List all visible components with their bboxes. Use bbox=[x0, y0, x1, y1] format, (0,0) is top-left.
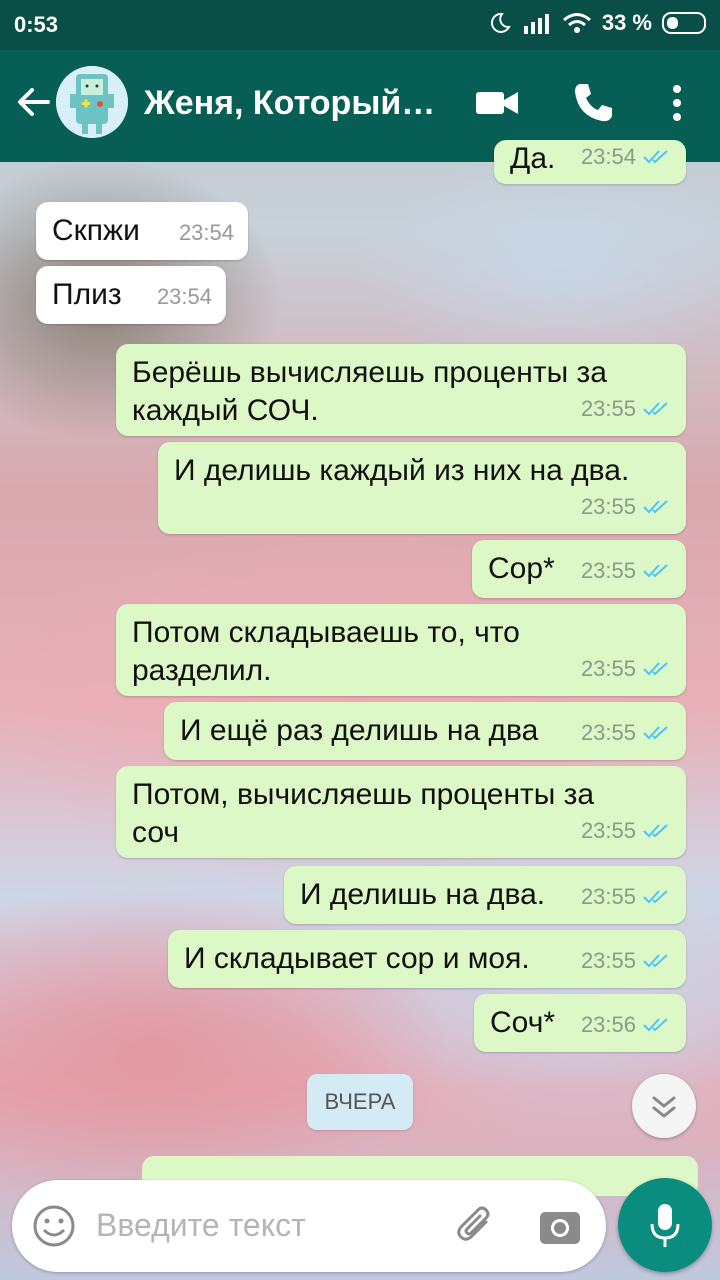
message-text: Да. bbox=[510, 142, 556, 175]
message-text: Потом складываешь то, что разделил. bbox=[132, 614, 520, 690]
bmo-avatar-image bbox=[56, 66, 128, 138]
read-ticks-icon bbox=[643, 662, 668, 676]
wifi-icon bbox=[562, 13, 591, 33]
message-bubble[interactable]: Потом складываешь то, что разделил. 23:5… bbox=[116, 604, 686, 696]
read-ticks-icon bbox=[643, 500, 668, 514]
message-text: И складывает сор и моя. bbox=[184, 942, 530, 975]
video-call-icon[interactable] bbox=[474, 80, 520, 126]
message-text: Сор* bbox=[488, 552, 555, 585]
message-composer[interactable]: Введите текст bbox=[12, 1180, 606, 1272]
message-bubble[interactable]: И ещё раз делишь на два 23:55 bbox=[164, 702, 686, 760]
message-time: 23:55 bbox=[580, 494, 636, 519]
message-line: разделил. bbox=[132, 654, 272, 687]
back-arrow-icon[interactable] bbox=[12, 80, 56, 124]
message-time: 23:54 bbox=[580, 144, 636, 169]
contact-name[interactable]: Женя, Который… bbox=[144, 84, 435, 123]
message-text: И делишь на два. bbox=[300, 878, 546, 911]
message-time: 23:55 bbox=[580, 884, 636, 909]
read-ticks-icon bbox=[643, 726, 668, 740]
message-bubble[interactable]: И складывает сор и моя. 23:55 bbox=[168, 930, 686, 988]
message-time: 23:55 bbox=[580, 656, 636, 681]
message-input[interactable]: Введите текст bbox=[96, 1207, 306, 1244]
camera-icon[interactable] bbox=[538, 1204, 582, 1248]
scroll-down-icon bbox=[652, 1096, 676, 1118]
message-line: Потом, вычисляешь проценты за bbox=[132, 778, 595, 811]
message-time: 23:55 bbox=[580, 396, 636, 421]
message-bubble[interactable]: Скпжи 23:54 bbox=[36, 202, 248, 260]
message-line: Потом складываешь то, что bbox=[132, 616, 520, 649]
message-time: 23:55 bbox=[580, 948, 636, 973]
more-vert-icon[interactable] bbox=[654, 80, 700, 126]
read-ticks-icon bbox=[643, 402, 668, 416]
message-bubble[interactable]: Берёшь вычисляешь проценты за каждый СОЧ… bbox=[116, 344, 686, 436]
moon-icon bbox=[490, 12, 511, 33]
message-bubble[interactable]: И делишь каждый из них на два. 23:55 bbox=[158, 442, 686, 534]
read-ticks-icon bbox=[643, 150, 668, 164]
message-text: Соч* bbox=[490, 1006, 555, 1039]
message-text: Берёшь вычисляешь проценты за каждый СОЧ… bbox=[132, 354, 607, 430]
message-time: 23:55 bbox=[580, 818, 636, 843]
battery-percent: 33 % bbox=[601, 10, 652, 35]
read-ticks-icon bbox=[643, 1018, 668, 1032]
phone-icon[interactable] bbox=[570, 80, 616, 126]
signal-icon bbox=[523, 14, 549, 34]
battery-icon bbox=[662, 12, 706, 34]
attach-icon[interactable] bbox=[452, 1202, 500, 1250]
message-time: 23:54 bbox=[178, 220, 234, 245]
status-bar: 0:53 33 % bbox=[0, 0, 720, 50]
message-text: Плиз bbox=[52, 278, 122, 311]
read-ticks-icon bbox=[643, 954, 668, 968]
message-bubble[interactable]: Соч* 23:56 bbox=[474, 994, 686, 1052]
message-bubble[interactable]: И делишь на два. 23:55 bbox=[284, 866, 686, 924]
message-time: 23:55 bbox=[580, 720, 636, 745]
message-time: 23:55 bbox=[580, 558, 636, 583]
scroll-down-button[interactable] bbox=[632, 1074, 696, 1138]
read-ticks-icon bbox=[643, 824, 668, 838]
message-text: Потом, вычисляешь проценты за соч bbox=[132, 776, 594, 852]
message-text: И ещё раз делишь на два bbox=[180, 714, 539, 747]
avatar[interactable] bbox=[56, 66, 128, 138]
message-line: Берёшь вычисляешь проценты за bbox=[132, 356, 607, 389]
read-ticks-icon bbox=[643, 890, 668, 904]
message-line: каждый СОЧ. bbox=[132, 394, 319, 427]
message-text: Скпжи bbox=[52, 214, 140, 247]
message-text: И делишь каждый из них на два. bbox=[174, 454, 630, 487]
message-bubble[interactable]: Потом, вычисляешь проценты за соч 23:55 bbox=[116, 766, 686, 858]
message-time: 23:54 bbox=[156, 284, 212, 309]
mic-icon bbox=[650, 1204, 680, 1247]
status-time: 0:53 bbox=[14, 12, 59, 37]
emoji-icon[interactable] bbox=[32, 1204, 76, 1248]
message-bubble[interactable]: Да. 23:54 bbox=[494, 140, 686, 184]
date-separator: ВЧЕРА bbox=[307, 1074, 413, 1130]
message-bubble[interactable]: Сор* 23:55 bbox=[472, 540, 686, 598]
message-time: 23:56 bbox=[580, 1012, 636, 1037]
message-line: соч bbox=[132, 816, 179, 849]
mic-button[interactable] bbox=[618, 1178, 712, 1272]
read-ticks-icon bbox=[643, 564, 668, 578]
message-bubble[interactable]: Плиз 23:54 bbox=[36, 266, 226, 324]
